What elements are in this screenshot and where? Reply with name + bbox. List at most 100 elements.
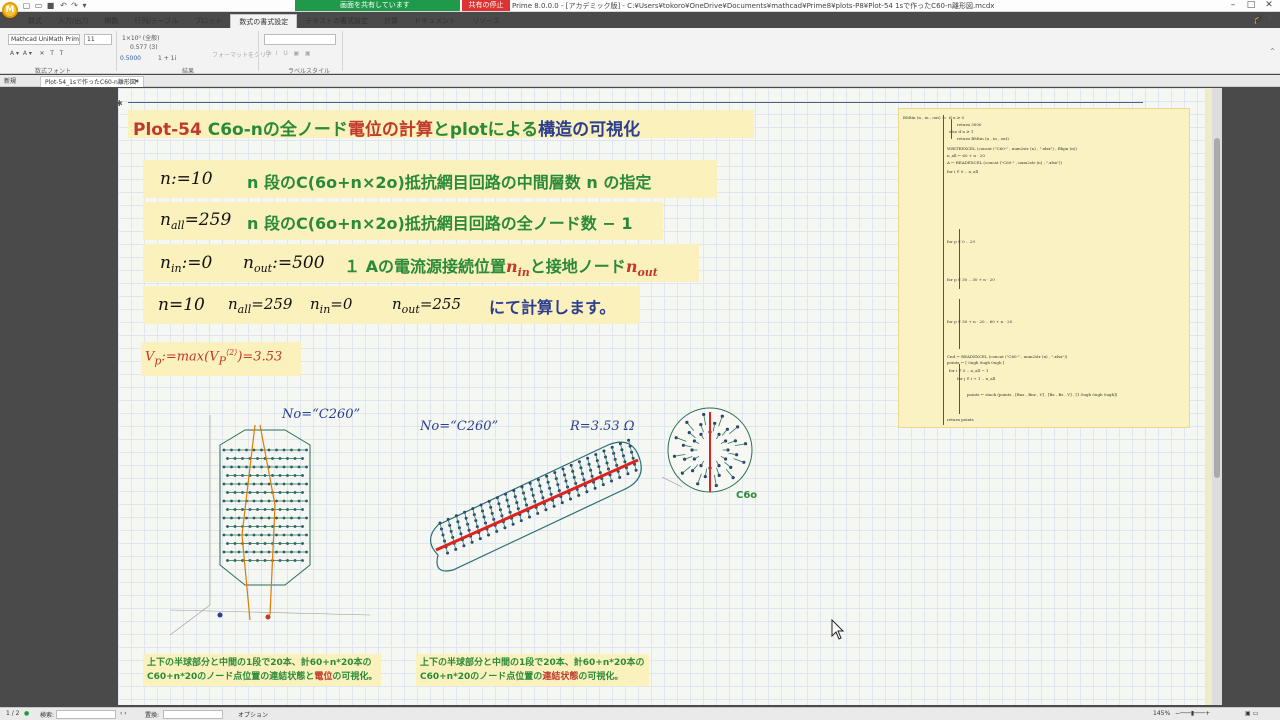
minimize-button[interactable]: –: [1225, 0, 1241, 11]
caption-text: C60+n*20のノード点位置の連結状態と: [147, 672, 315, 682]
program-line: for j ∈ i + 1 .. n_all: [957, 376, 996, 381]
math-nout-definition[interactable]: nout:=500: [243, 253, 325, 275]
font-size-select[interactable]: 11: [84, 34, 112, 45]
share-stop-button[interactable]: 共有の停止: [462, 0, 510, 11]
number-format-complex[interactable]: 1 + 1i: [158, 55, 176, 62]
c60-svg: [661, 407, 753, 493]
math-nout-value[interactable]: nout=255: [392, 295, 461, 316]
lattice-node: [717, 432, 721, 436]
plot-3d-svg: [169, 415, 371, 636]
tab-math-formatting[interactable]: 数式の書式設定: [230, 14, 298, 28]
row2-description[interactable]: n 段のC(6o+n×2o)抵抗網目回路の全ノード数 − 1: [247, 210, 632, 234]
program-line: points ← stack (points , [Bnz , Bnz , V]…: [967, 392, 1118, 397]
lattice-node: [692, 457, 696, 461]
caption-plot1[interactable]: 上下の半球部分と中間の1段で20本、計60+n*20本の C60+n*20のノー…: [143, 654, 382, 686]
program-line: n_all ← 60 + n · 20: [947, 153, 985, 158]
ribbon-collapse-icon[interactable]: ^: [1270, 48, 1275, 55]
program-line: for p ∈ 0 .. 29: [947, 239, 975, 244]
replace-input[interactable]: [163, 710, 223, 719]
label-style-select[interactable]: [264, 34, 336, 45]
clear-format-button[interactable]: フォーマットをクリア: [212, 50, 272, 59]
scrollbar-thumb[interactable]: [1214, 138, 1220, 478]
vertical-mesh-nodes: [222, 448, 308, 562]
math-nin-value[interactable]: nin=0: [310, 295, 352, 316]
window-title: Prime 8.0.0.0 - [アカデミック版] - C:¥Users¥tok…: [512, 2, 995, 10]
zoom-slider[interactable]: −───▮───+: [1175, 710, 1210, 717]
math-nin-definition[interactable]: nin:=0: [160, 253, 212, 275]
close-button[interactable]: ✕: [1261, 0, 1277, 11]
caption-plot2[interactable]: 上下の半球部分と中間の1段で20本、計60+n*20本の C60+n*20のノー…: [416, 654, 649, 686]
math-nall-value[interactable]: nall=259: [228, 295, 292, 316]
help-icon[interactable]: ?: [1267, 15, 1272, 25]
tab-resources[interactable]: リソース: [464, 14, 508, 28]
math-vp-max[interactable]: Vp:=max(VP⟨2⟩)=3.53: [145, 348, 282, 367]
math-n-definition[interactable]: n:=10: [160, 169, 213, 189]
vertical-scrollbar[interactable]: [1212, 88, 1222, 705]
program-line: A ← READEXCEL (concat ("C60-" , num2str …: [947, 160, 1063, 165]
redo-icon[interactable]: ↷: [70, 1, 79, 10]
tab-math[interactable]: 数式: [20, 14, 50, 28]
caption-text: の可視化。: [578, 672, 624, 682]
graduation-cap-icon[interactable]: 🎓: [1253, 15, 1264, 25]
math-n-value[interactable]: n=10: [158, 295, 205, 315]
lattice-node: [692, 439, 696, 443]
font-style-buttons[interactable]: A ▾ A ▾ ✕ T T: [10, 50, 63, 57]
find-nav-icons[interactable]: ‹ ›: [120, 710, 127, 717]
plot-diagonal-svg: [429, 438, 642, 572]
plot-3d-nanotube-vertical[interactable]: No=“C260”: [160, 405, 375, 645]
tab-matrices-tables[interactable]: 行列/テーブル: [126, 14, 186, 28]
save-icon[interactable]: ■: [46, 1, 55, 10]
program-line: Cnd ← READEXCEL (concat ("C60-" , num2st…: [947, 354, 1068, 359]
group-separator: [116, 31, 117, 71]
plot-c60-ball[interactable]: [661, 402, 758, 498]
zoom-level: 145%: [1153, 710, 1171, 717]
title-part: 構造の可視化: [538, 120, 641, 140]
plot-nanotube-diagonal[interactable]: No=“C260” R=3.53 Ω: [418, 405, 663, 600]
font-name-select[interactable]: Mathcad UniMath Prim: [8, 34, 80, 45]
caption-text: C60+n*20のノード点位置の: [420, 672, 543, 682]
number-format-precision[interactable]: 0.577 (3): [130, 44, 158, 51]
undo-icon[interactable]: ↶: [59, 1, 68, 10]
program-line: for i ∈ 0 .. n_all: [947, 169, 979, 174]
number-format-decimal[interactable]: 0.5000: [120, 55, 141, 62]
doc-tab-active[interactable]: Plot-54_1sで作ったC60-n離形図*: [40, 76, 144, 87]
caption-text: の可視化。: [332, 672, 378, 682]
maximize-button[interactable]: □: [1243, 0, 1259, 11]
region-anchor-icon[interactable]: ✱: [116, 99, 123, 108]
tab-document[interactable]: ドキュメント: [406, 14, 464, 28]
lattice-node: [699, 432, 703, 436]
quick-access-menu-icon[interactable]: ▾: [80, 1, 89, 10]
number-format-general[interactable]: 1×10⁰ (全般): [122, 33, 159, 42]
c60-label: C6o: [736, 490, 758, 501]
calc-status-icon: ●: [24, 710, 30, 717]
label-style-buttons[interactable]: B I U ▣ ▣: [266, 50, 311, 57]
program-line: WRITEEXCEL (concat ("C60-" , num2str (n)…: [947, 146, 1077, 151]
group-label-result: 結果: [182, 68, 195, 75]
row3-description[interactable]: １ Aの電流源接続位置ninと接地ノードnout: [344, 253, 658, 279]
caption-emphasis: 電位: [314, 672, 333, 682]
find-input[interactable]: [56, 710, 116, 719]
program-region[interactable]: BMtin (n , in , out) := if n ≥ 0 return …: [898, 108, 1190, 428]
plot1-label: No=“C260”: [282, 407, 361, 422]
tab-calculation[interactable]: 計算: [376, 14, 406, 28]
view-mode-icons[interactable]: ▣ ▭: [1245, 710, 1258, 717]
options-button[interactable]: オプション: [238, 710, 268, 719]
plot2-resistance-label: R=3.53 Ω: [570, 419, 635, 434]
tab-text-formatting[interactable]: テキストの書式設定: [297, 14, 376, 28]
tab-plots[interactable]: プロット: [186, 14, 230, 28]
open-folder-icon[interactable]: ▭: [34, 1, 43, 10]
doc-tab-close-icon[interactable]: ×: [130, 76, 143, 87]
mathcad-logo-icon[interactable]: M: [2, 2, 18, 18]
caption2-line2: C60+n*20のノード点位置の連結状態の可視化。: [420, 670, 645, 684]
tab-input-output[interactable]: 入力/出力: [50, 14, 96, 28]
caption-emphasis: 連結状態: [542, 672, 579, 682]
title-part: とplotによる: [432, 120, 539, 140]
doc-tab-home[interactable]: 新規: [0, 76, 20, 87]
tab-functions[interactable]: 関数: [96, 14, 126, 28]
page-title[interactable]: Plot-54 C6o-nの全ノード電位の計算とplotによる構造の可視化: [133, 115, 640, 140]
new-file-icon[interactable]: ▢: [22, 1, 31, 10]
caption1-line1: 上下の半球部分と中間の1段で20本、計60+n*20本の: [147, 658, 372, 668]
row1-description[interactable]: n 段のC(6o+n×2o)抵抗網目回路の中間層数 n の指定: [247, 169, 651, 193]
math-nall-result[interactable]: nall=259: [160, 210, 231, 232]
row4-description[interactable]: にて計算します。: [489, 294, 615, 318]
